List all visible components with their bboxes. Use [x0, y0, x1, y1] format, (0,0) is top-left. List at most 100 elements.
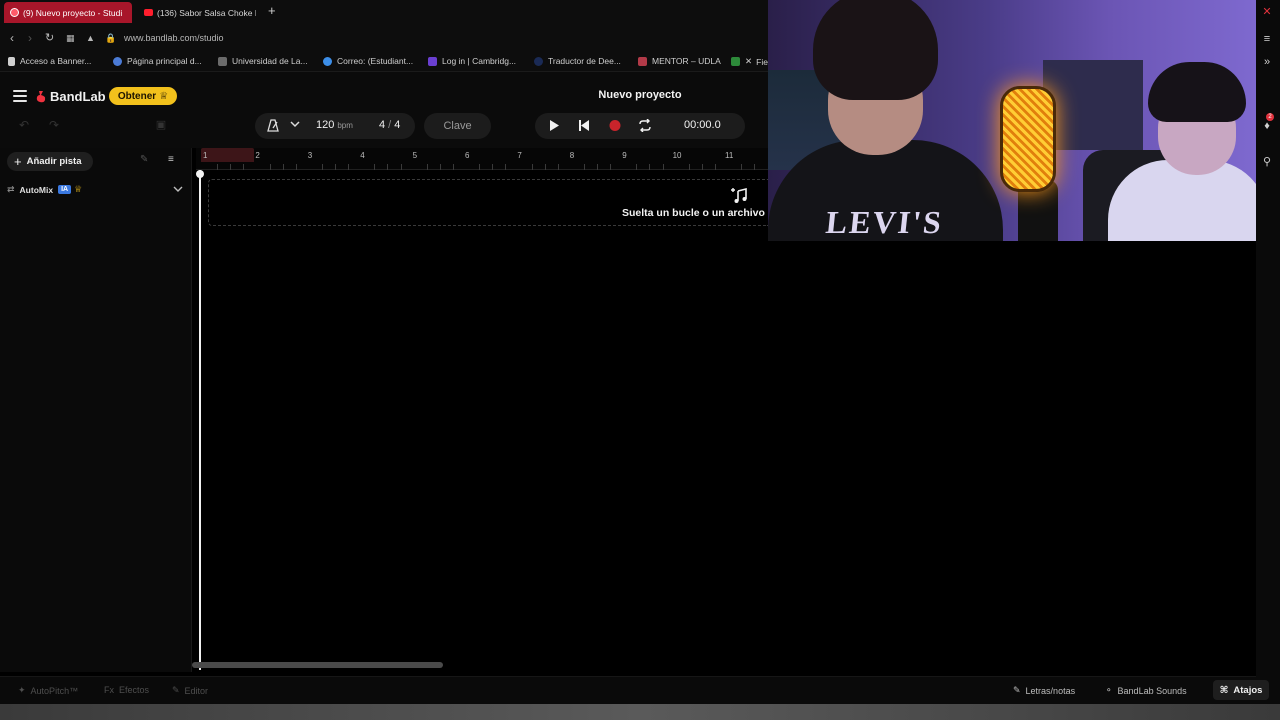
pencil-icon: ✎ [172, 685, 180, 695]
pencil-icon[interactable]: ✎ [140, 154, 158, 168]
ruler-tick [492, 164, 494, 170]
playhead-handle[interactable] [196, 170, 204, 178]
ruler-tick [531, 164, 533, 170]
bookmark-item[interactable]: Traductor de Dee... [534, 56, 621, 66]
crown-icon: ♕ [159, 90, 169, 102]
editor-label: Editor [184, 685, 209, 696]
autopitch-button[interactable]: ✦ AutoPitch™ [18, 685, 78, 696]
bandlab-favicon-icon [10, 8, 19, 17]
add-track-label: Añadir pista [26, 156, 82, 167]
bandlab-sounds-button[interactable]: ⚬ BandLab Sounds [1105, 685, 1187, 696]
project-title[interactable]: Nuevo proyecto [590, 89, 690, 101]
reload-icon[interactable]: ↻ [45, 31, 54, 44]
loop-icon[interactable] [638, 119, 652, 132]
ruler-tick [741, 164, 743, 170]
shirt-logo: LEVI'S [824, 204, 945, 240]
video-bottom-strip [0, 704, 1280, 720]
sheet-icon [731, 57, 740, 66]
automix-row[interactable]: ⇄ AutoMix IA ♕ [7, 184, 82, 195]
plus-icon: + [14, 154, 22, 169]
chevron-right-icon[interactable]: » [1259, 56, 1275, 68]
chevron-down-icon[interactable] [173, 186, 183, 193]
redo-icon[interactable]: ↷ [45, 118, 63, 134]
tab-manager-icon[interactable]: ▦ [66, 33, 75, 44]
ruler-tick [583, 164, 585, 170]
bookmark-item[interactable]: Correo: (Estudiant... [323, 56, 413, 66]
time-signature[interactable]: 4/4 [379, 119, 400, 131]
bookmark-item[interactable]: Log in | Cambridg... [428, 56, 516, 66]
chevron-down-icon[interactable] [290, 120, 300, 128]
add-track-button[interactable]: + Añadir pista [7, 152, 93, 171]
bell-icon[interactable]: ♦ [1259, 120, 1275, 132]
back-icon[interactable]: ‹ [10, 31, 14, 45]
autopitch-icon: ✦ [18, 685, 26, 695]
efectos-button[interactable]: Fx Efectos [104, 685, 149, 695]
bookmark-label: Fie [756, 56, 768, 67]
editor-button[interactable]: ✎ Editor [172, 685, 208, 696]
play-icon[interactable] [547, 119, 561, 132]
bookmark-label: Log in | Cambridg... [442, 56, 517, 66]
bookmark-item[interactable]: MENTOR – UDLA [638, 56, 721, 66]
skip-back-icon[interactable] [577, 119, 591, 132]
zoom-icon[interactable]: ⚲ [1259, 155, 1275, 168]
ruler-tick [714, 164, 716, 170]
bookmark-item[interactable]: Página principal d... [113, 56, 202, 66]
bookmark-label: Universidad de La... [232, 56, 308, 66]
undo-icon[interactable]: ↶ [15, 118, 33, 134]
extension-icon[interactable]: ▲ [86, 33, 95, 43]
tab-label: (136) Sabor Salsa Choke I [157, 7, 256, 18]
menu-icon[interactable] [13, 90, 27, 102]
browser-tab-active[interactable]: (9) Nuevo proyecto - Studi [4, 2, 132, 23]
pen-icon: ✎ [1013, 685, 1021, 695]
close-icon: ✕ [745, 56, 753, 66]
bookmark-label: Página principal d... [127, 56, 202, 66]
url-field[interactable]: www.bandlab.com/studio [124, 33, 224, 43]
tempo-value[interactable]: 120 bpm [316, 119, 353, 131]
bar-number: 10 [672, 151, 682, 160]
webcam-person-left-hair [813, 0, 938, 100]
youtube-favicon-icon [144, 9, 153, 16]
ruler-tick [387, 164, 389, 170]
loop-region[interactable] [201, 148, 254, 162]
drop-zone-text: Suelta un bucle o un archivo de audio [622, 207, 768, 219]
bookmark-label: MENTOR – UDLA [652, 56, 721, 66]
command-icon: ⌘ [1219, 684, 1229, 696]
menu-icon[interactable]: ≡ [1259, 33, 1275, 45]
new-tab-button[interactable]: + [268, 3, 276, 18]
ruler-tick [649, 164, 651, 170]
record-icon[interactable] [608, 119, 622, 132]
track-list-panel [0, 148, 192, 672]
obtener-button[interactable]: Obtener ♕ [109, 87, 177, 105]
bar-number: 11 [725, 151, 734, 160]
bandlab-sounds-label: BandLab Sounds [1117, 685, 1187, 696]
brand-name: BandLab [50, 89, 106, 104]
bookmark-item[interactable]: ✕ Fie [731, 56, 768, 67]
mixer-icon[interactable]: ▣ [152, 118, 170, 134]
bandlab-logo-icon [36, 91, 46, 103]
horizontal-scrollbar[interactable] [192, 662, 443, 668]
ruler-tick [243, 164, 245, 170]
notification-badge: 2 [1266, 113, 1274, 121]
key-button[interactable]: Clave [424, 113, 491, 139]
webcam-overlay: LEVI'S [768, 0, 1256, 241]
sig-denominator: 4 [394, 119, 401, 131]
bookmark-label: Correo: (Estudiant... [337, 56, 414, 66]
playhead[interactable] [199, 170, 201, 670]
bookmark-item[interactable]: Acceso a Banner... [8, 56, 91, 66]
filter-icon[interactable]: ≡ [168, 154, 186, 168]
letras-button[interactable]: ✎ Letras/notas [1013, 685, 1075, 696]
ruler-tick [374, 164, 376, 170]
mail-icon [323, 56, 332, 66]
ruler-tick [701, 164, 703, 170]
metronome-icon[interactable] [267, 119, 279, 132]
bandlab-logo[interactable]: BandLab [36, 89, 106, 104]
bar-number: 4 [360, 151, 365, 160]
ruler-tick [217, 164, 219, 170]
atajos-button[interactable]: ⌘ Atajos [1213, 680, 1269, 700]
deepl-icon [534, 56, 543, 66]
close-icon[interactable]: ✕ [1259, 5, 1275, 18]
forward-icon[interactable]: › [28, 31, 32, 45]
browser-tab-youtube[interactable]: (136) Sabor Salsa Choke I [138, 2, 262, 23]
bookmark-item[interactable]: Universidad de La... [218, 56, 308, 66]
bar-number: 2 [255, 151, 260, 160]
